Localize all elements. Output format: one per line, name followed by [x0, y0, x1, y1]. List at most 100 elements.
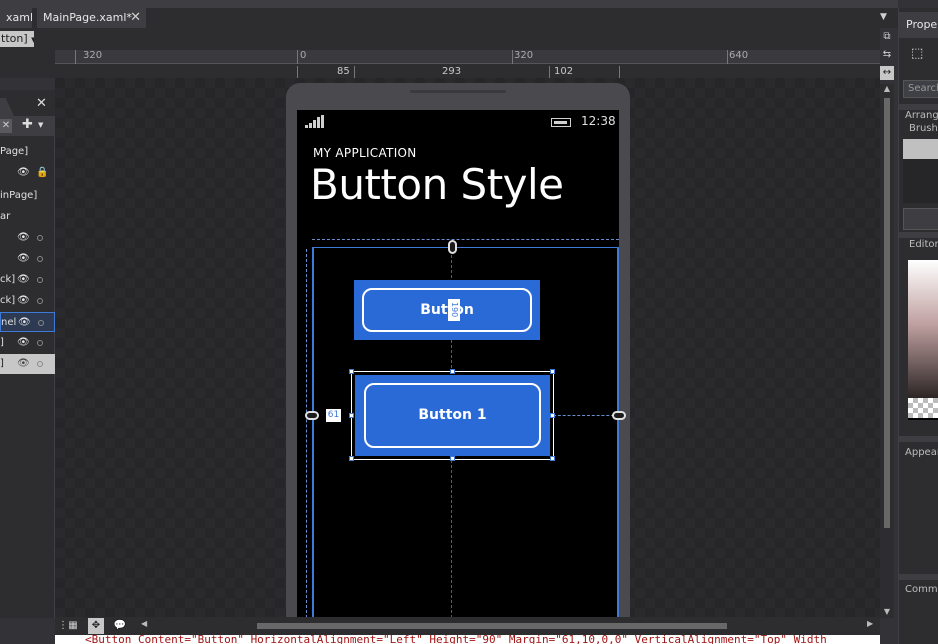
lock-toggle-icon[interactable]: [37, 277, 43, 283]
section-brush[interactable]: Brush: [909, 123, 938, 134]
alpha-preview: [908, 398, 938, 418]
tab-overflow-icon[interactable]: ▼: [880, 12, 887, 22]
eye-icon[interactable]: 👁: [17, 163, 30, 183]
tree-row-label: ck]: [0, 295, 16, 306]
scroll-left-icon[interactable]: ◀: [141, 619, 147, 628]
tab-xaml-partial[interactable]: xaml*: [0, 8, 32, 28]
add-icon[interactable]: ✚: [22, 117, 33, 132]
scrollbar-thumb[interactable]: [257, 623, 727, 629]
brush-type-tabs[interactable]: [903, 208, 938, 230]
lock-toggle-icon[interactable]: [37, 298, 43, 304]
tree-row[interactable]: Page]: [0, 142, 55, 162]
tree-row-highlighted[interactable]: ] 👁: [0, 354, 55, 374]
brush-swatch[interactable]: [903, 139, 938, 159]
annotations-icon[interactable]: 💬: [112, 618, 128, 634]
selected-button-outline[interactable]: Button 1: [349, 369, 555, 461]
lock-toggle-icon[interactable]: [38, 320, 44, 326]
tree-row-label: inPage]: [0, 190, 38, 201]
properties-header: Properties: [899, 12, 938, 38]
objects-timeline-panel: ✕ ✕ ✚ ▼ Page] 👁 🔒 inPage] ar 👁 👁 ck] 👁 ck]…: [0, 90, 55, 618]
element-selector-dropdown[interactable]: tton] ▼: [0, 31, 34, 47]
pick-element-icon[interactable]: ⬚: [911, 46, 923, 61]
section-arrange[interactable]: Arrange: [905, 110, 938, 121]
resize-handle[interactable]: [349, 369, 354, 374]
dimension-left: 85: [337, 66, 350, 77]
tree-row[interactable]: inPage]: [0, 186, 55, 206]
scrollbar-thumb[interactable]: [884, 98, 890, 528]
page-title[interactable]: Button Style: [310, 160, 564, 209]
eye-icon[interactable]: 👁: [17, 333, 30, 353]
margin-guide-line: [306, 249, 307, 618]
resize-handle[interactable]: [450, 369, 455, 374]
phone-speaker: [410, 90, 506, 93]
tree-row[interactable]: ck] 👁: [0, 270, 55, 290]
right-pin-icon[interactable]: [612, 411, 626, 420]
split-view-icon[interactable]: ⧉: [880, 30, 894, 44]
tree-row-selected[interactable]: nel 👁: [0, 312, 55, 332]
lock-toggle-icon[interactable]: [37, 340, 43, 346]
eye-icon[interactable]: 👁: [17, 354, 30, 374]
resize-handle[interactable]: [349, 456, 354, 461]
button-label: Button: [362, 288, 532, 332]
button-second[interactable]: Button 1: [355, 375, 550, 456]
swap-panes-icon[interactable]: ⇆: [880, 48, 894, 62]
eye-icon[interactable]: 👁: [17, 270, 30, 290]
resize-handle[interactable]: [550, 413, 555, 418]
resize-handle[interactable]: [450, 456, 455, 461]
scroll-up-icon[interactable]: ▲: [880, 84, 894, 93]
show-grid-icon[interactable]: ▦: [65, 618, 81, 634]
tab-mainpage[interactable]: MainPage.xaml* ✕: [37, 8, 146, 28]
properties-title: Properties: [906, 18, 938, 31]
tree-row[interactable]: 👁: [0, 249, 55, 269]
panel-tab[interactable]: [0, 98, 14, 116]
chevron-down-icon[interactable]: ▼: [38, 121, 43, 129]
application-title[interactable]: MY APPLICATION: [313, 146, 417, 160]
scroll-down-icon[interactable]: ▼: [880, 607, 894, 616]
top-pin-icon[interactable]: [448, 240, 457, 254]
resize-handle[interactable]: [349, 413, 354, 418]
eye-icon[interactable]: 👁: [17, 291, 30, 311]
dimension-separator: [297, 66, 298, 78]
lock-toggle-icon[interactable]: [37, 235, 43, 241]
button-first[interactable]: Button: [354, 280, 540, 340]
left-pin-icon[interactable]: [305, 411, 319, 420]
ruler-tick-label: 0: [300, 50, 307, 61]
section-common[interactable]: Common: [905, 584, 938, 595]
color-picker[interactable]: [908, 260, 938, 420]
scroll-right-icon[interactable]: ▶: [867, 619, 873, 628]
lock-toggle-icon[interactable]: [37, 361, 43, 367]
lock-toggle-icon[interactable]: [37, 256, 43, 262]
close-icon[interactable]: ✕: [130, 8, 141, 28]
objects-panel-header: ✕: [0, 90, 55, 116]
resize-handle[interactable]: [550, 456, 555, 461]
document-tab-row: xaml* MainPage.xaml* ✕: [0, 8, 898, 28]
tree-row[interactable]: ar: [0, 207, 55, 227]
tree-row[interactable]: 👁: [0, 228, 55, 248]
grid-adorner-label[interactable]: 190: [448, 299, 460, 321]
section-divider: [899, 574, 938, 580]
ruler-tick: [727, 50, 728, 64]
eye-icon[interactable]: 👁: [17, 249, 30, 269]
tree-row[interactable]: ck] 👁: [0, 291, 55, 311]
tree-row-label: ]: [0, 337, 4, 348]
resize-handle[interactable]: [550, 369, 555, 374]
eye-icon[interactable]: 👁: [17, 228, 30, 248]
lock-icon[interactable]: 🔒: [36, 163, 48, 183]
chevron-down-icon: ▼: [31, 36, 34, 44]
properties-search-input[interactable]: Search: [903, 80, 938, 98]
tree-row[interactable]: ] 👁: [0, 333, 55, 353]
fit-width-icon[interactable]: ↔: [880, 66, 894, 80]
xaml-editor[interactable]: <Button Content="Button" HorizontalAlign…: [55, 635, 880, 644]
eye-icon[interactable]: 👁: [18, 313, 31, 331]
horizontal-ruler[interactable]: 320 0 320 640: [55, 50, 880, 64]
vertical-scrollbar[interactable]: ▲ ▼: [880, 84, 894, 618]
section-appearance[interactable]: Appearance: [905, 447, 938, 458]
ruler-tick-label: 320: [514, 50, 534, 61]
close-icon[interactable]: ✕: [36, 96, 47, 111]
title-strip: [0, 0, 898, 8]
snap-to-gridlines-icon[interactable]: ✥: [88, 618, 104, 634]
tree-row[interactable]: 👁 🔒: [0, 163, 55, 183]
section-divider: [899, 232, 938, 238]
margin-adorner-label[interactable]: 61: [326, 409, 341, 422]
delete-icon[interactable]: ✕: [0, 119, 12, 133]
